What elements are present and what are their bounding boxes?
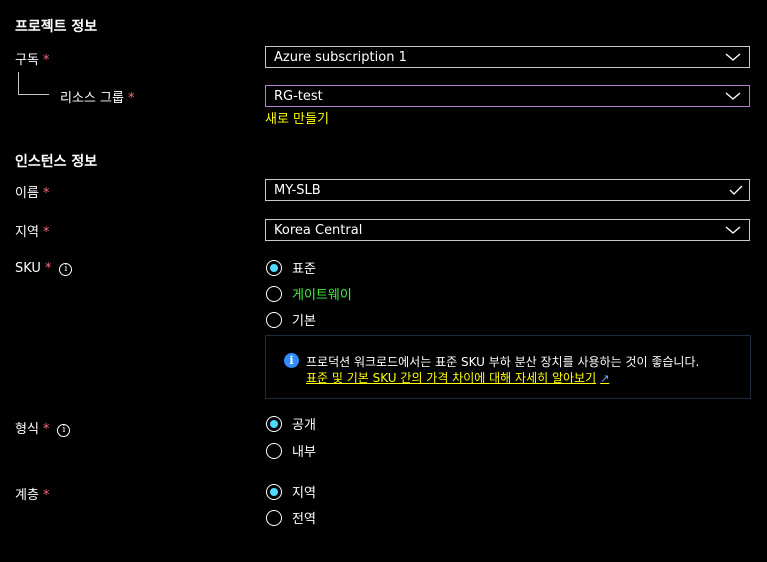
name-value: MY-SLB [274,182,321,198]
sku-option-gateway[interactable]: 게이트웨이 [266,284,352,303]
sku-option-basic[interactable]: 기본 [266,310,316,329]
sku-info-message: 프로덕션 워크로드에서는 표준 SKU 부하 분산 장치를 사용하는 것이 좋습… [306,355,700,369]
create-new-resource-group-link[interactable]: 새로 만들기 [265,108,329,127]
tier-option-label: 전역 [292,512,316,527]
region-label-text: 지역 [15,225,39,240]
type-option-public[interactable]: 공개 [266,414,316,433]
required-marker: * [42,488,50,503]
name-input[interactable]: MY-SLB [265,179,750,201]
tier-label-text: 계층 [15,488,39,503]
required-marker: * [127,91,135,106]
sku-option-label: 표준 [292,262,316,277]
external-link-icon: ↗ [600,372,610,385]
info-icon[interactable]: i [59,263,73,276]
resource-group-value: RG-test [274,88,323,104]
radio-button[interactable] [266,311,282,328]
required-marker: * [44,261,52,276]
tier-label: 계층 * [15,484,49,503]
project-details-heading: 프로젝트 정보 [15,19,98,35]
tier-option-global[interactable]: 전역 [266,508,316,527]
required-marker: * [42,422,50,437]
required-marker: * [42,186,50,201]
type-option-internal[interactable]: 내부 [266,441,316,460]
info-circle-icon: i [284,353,299,368]
chevron-down-icon [725,53,741,61]
sku-option-label: 기본 [292,314,316,329]
region-dropdown[interactable]: Korea Central [265,219,750,241]
radio-button[interactable] [266,285,282,302]
subscription-label-text: 구독 [15,53,39,68]
chevron-down-icon [725,226,741,234]
region-label: 지역 * [15,221,49,240]
subscription-dropdown[interactable]: Azure subscription 1 [265,46,750,68]
subscription-value: Azure subscription 1 [274,49,407,65]
sku-option-label: 게이트웨이 [292,288,352,303]
chevron-down-icon [725,92,741,100]
name-label-text: 이름 [15,186,39,201]
radio-button[interactable] [266,415,282,432]
tier-option-regional[interactable]: 지역 [266,482,316,501]
required-marker: * [42,53,50,68]
tier-option-label: 지역 [292,486,316,501]
resource-group-dropdown[interactable]: RG-test [265,85,750,107]
region-value: Korea Central [274,222,363,238]
radio-button[interactable] [266,509,282,526]
name-label: 이름 * [15,182,49,201]
sku-pricing-link-text[interactable]: 표준 및 기본 SKU 간의 가격 차이에 대해 자세히 알아보기 [306,371,596,385]
type-option-label: 내부 [292,445,316,460]
subscription-label: 구독 * [15,49,49,68]
resource-group-label-text: 리소스 그룹 [60,91,124,106]
resource-group-label: 리소스 그룹 * [60,87,134,106]
instance-details-heading: 인스턴스 정보 [15,154,98,170]
radio-button[interactable] [266,483,282,500]
info-icon[interactable]: i [57,424,71,437]
sku-option-standard[interactable]: 표준 [266,258,316,277]
radio-button[interactable] [266,259,282,276]
checkmark-icon [729,185,743,195]
type-label: 형식 * i [15,418,71,437]
sku-label-text: SKU [15,261,41,276]
radio-button[interactable] [266,442,282,459]
required-marker: * [42,225,50,240]
tree-connector [18,72,49,95]
sku-pricing-link[interactable]: 표준 및 기본 SKU 간의 가격 차이에 대해 자세히 알아보기 ↗ [306,369,609,386]
sku-label: SKU * i [15,261,73,276]
sku-info-box: i 프로덕션 워크로드에서는 표준 SKU 부하 분산 장치를 사용하는 것이 … [265,335,751,399]
type-option-label: 공개 [292,418,316,433]
type-label-text: 형식 [15,422,39,437]
